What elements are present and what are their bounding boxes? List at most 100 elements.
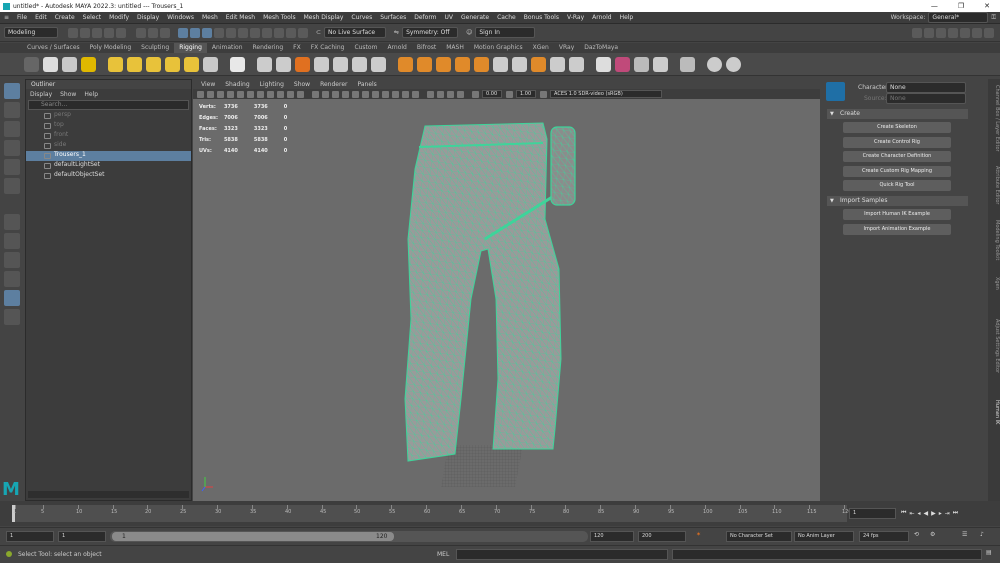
resolution-gate-icon[interactable] [257, 90, 264, 98]
menu-generate[interactable]: Generate [457, 14, 493, 21]
playback-end-field[interactable]: 120 [590, 531, 634, 542]
control-rig-icon[interactable] [333, 56, 348, 72]
outliner-layout-icon[interactable] [4, 290, 20, 306]
ik-handle-icon[interactable] [62, 56, 77, 72]
layout-side-icon[interactable] [936, 27, 946, 38]
shelf-tab-xgen[interactable]: XGen [528, 43, 554, 53]
layout-four-icon[interactable] [924, 27, 934, 38]
anim-layer-dropdown[interactable]: No Anim Layer [794, 531, 854, 542]
outliner-item[interactable]: persp [26, 111, 191, 121]
outliner-menu-display[interactable]: Display [30, 91, 52, 98]
cluster-icon[interactable] [127, 56, 142, 72]
material-icon[interactable] [615, 56, 630, 72]
depth-of-field-icon[interactable] [412, 90, 419, 98]
light-icon[interactable] [634, 56, 649, 72]
shelf-tab-rendering[interactable]: Rendering [248, 43, 289, 53]
motion-blur-icon[interactable] [392, 90, 399, 98]
snap-view-icon[interactable] [214, 27, 224, 38]
ambient-occlusion-icon[interactable] [382, 90, 389, 98]
tab-xgen[interactable]: Xgen [988, 272, 1000, 294]
create-character-definition-button[interactable]: Create Character Definition [843, 151, 951, 162]
exposure-field[interactable]: 0.00 [482, 90, 502, 98]
wireframe-icon[interactable] [312, 90, 319, 98]
select-object-icon[interactable] [148, 27, 158, 38]
fps-dropdown[interactable]: 24 fps [859, 531, 909, 542]
outliner-item[interactable]: front [26, 131, 191, 141]
camera-icon[interactable] [197, 90, 204, 98]
play-backward-icon[interactable]: ◀ [923, 510, 928, 517]
range-slider-handle[interactable] [112, 532, 394, 541]
menu-create[interactable]: Create [51, 14, 79, 21]
view-transform-dropdown[interactable]: ACES 1.0 SDR-video (sRGB) [550, 90, 662, 98]
skeleton-icon[interactable] [314, 56, 329, 72]
search-icon[interactable] [4, 309, 20, 325]
lock-icon[interactable]: ⚿ [991, 14, 996, 22]
menu-help[interactable]: Help [616, 14, 638, 21]
character-set-icon[interactable]: ✶ [696, 531, 701, 538]
menu-edit[interactable]: Edit [31, 14, 51, 21]
snap-grid-icon[interactable] [178, 27, 188, 38]
shelf-tab-custom[interactable]: Custom [349, 43, 382, 53]
open-scene-icon[interactable] [80, 27, 90, 38]
go-to-start-icon[interactable]: ⏮ [901, 509, 906, 517]
spline-ik-icon[interactable] [531, 56, 546, 72]
lasso-tool-icon[interactable] [4, 102, 20, 118]
sound-icon[interactable]: ♪ [980, 531, 984, 538]
shelf-tab-curves-surfaces[interactable]: Curves / Surfaces [22, 43, 85, 53]
quick-rig-tool-button[interactable]: Quick Rig Tool [843, 180, 951, 191]
shelf-tab-poly-modeling[interactable]: Poly Modeling [85, 43, 137, 53]
render-settings-icon[interactable] [274, 27, 284, 38]
smooth-shade-icon[interactable] [322, 90, 329, 98]
safe-action-icon[interactable] [287, 90, 294, 98]
outliner-scrollbar[interactable] [28, 491, 189, 498]
save-scene-icon[interactable] [92, 27, 102, 38]
shelf-tab-arnold[interactable]: Arnold [382, 43, 411, 53]
remove-joint-icon[interactable] [436, 56, 451, 72]
script-language-label[interactable]: MEL [437, 551, 449, 558]
step-forward-icon[interactable]: ▸ [939, 510, 942, 517]
menu-mesh-display[interactable]: Mesh Display [300, 14, 348, 21]
anim-prefs-icon[interactable]: ☰ [962, 531, 967, 538]
constraint-icon[interactable] [512, 56, 527, 72]
shelf-tab-rigging[interactable]: Rigging [174, 43, 207, 53]
create-control-rig-button[interactable]: Create Control Rig [843, 137, 951, 148]
hamburger-icon[interactable]: ≡ [0, 14, 13, 21]
select-hierarchy-icon[interactable] [136, 27, 146, 38]
bookmark-icon[interactable] [217, 90, 224, 98]
quick-rig-icon[interactable] [230, 56, 245, 72]
modeling-toolkit-icon[interactable] [948, 27, 958, 38]
paint-weights-icon[interactable] [371, 56, 386, 72]
tool-settings-icon[interactable] [972, 27, 982, 38]
import-animation-example-button[interactable]: Import Animation Example [843, 224, 951, 235]
new-scene-icon[interactable] [68, 27, 78, 38]
exposure-icon[interactable] [472, 90, 479, 98]
render-setup-icon[interactable] [298, 27, 308, 38]
move-tool-icon[interactable] [4, 140, 20, 156]
make-live-icon[interactable] [226, 27, 236, 38]
field-chart-icon[interactable] [277, 90, 284, 98]
import-samples-header[interactable]: Import Samples [827, 196, 968, 206]
workspace-dropdown[interactable]: General* [928, 12, 989, 23]
shelf-tab-daztomaya[interactable]: DazToMaya [579, 43, 623, 53]
snap-curve-icon[interactable] [190, 27, 200, 38]
hypershade-icon[interactable] [286, 27, 296, 38]
outliner-item[interactable]: defaultLightSet [26, 161, 191, 171]
textured-icon[interactable] [352, 90, 359, 98]
select-component-icon[interactable] [160, 27, 170, 38]
menu-deform[interactable]: Deform [410, 14, 440, 21]
shelf-tab-bifrost[interactable]: Bifrost [412, 43, 441, 53]
menu-edit-mesh[interactable]: Edit Mesh [222, 14, 259, 21]
sign-in-dropdown[interactable]: Sign In [475, 27, 536, 38]
tab-human-ik[interactable]: Human IK [988, 397, 1000, 427]
current-frame-field[interactable]: 1 [849, 508, 896, 519]
locator-icon[interactable] [108, 56, 123, 72]
auto-key-icon[interactable]: ⟲ [914, 531, 919, 538]
orient-joint-icon[interactable] [398, 56, 413, 72]
film-gate-icon[interactable] [247, 90, 254, 98]
default-material-icon[interactable] [332, 90, 339, 98]
bind-skin-icon[interactable] [81, 56, 96, 72]
outliner-menu-show[interactable]: Show [60, 91, 76, 98]
layout-single-icon[interactable] [912, 27, 922, 38]
channel-box-icon[interactable] [984, 27, 994, 38]
script-editor-icon[interactable]: ▤ [986, 549, 992, 556]
